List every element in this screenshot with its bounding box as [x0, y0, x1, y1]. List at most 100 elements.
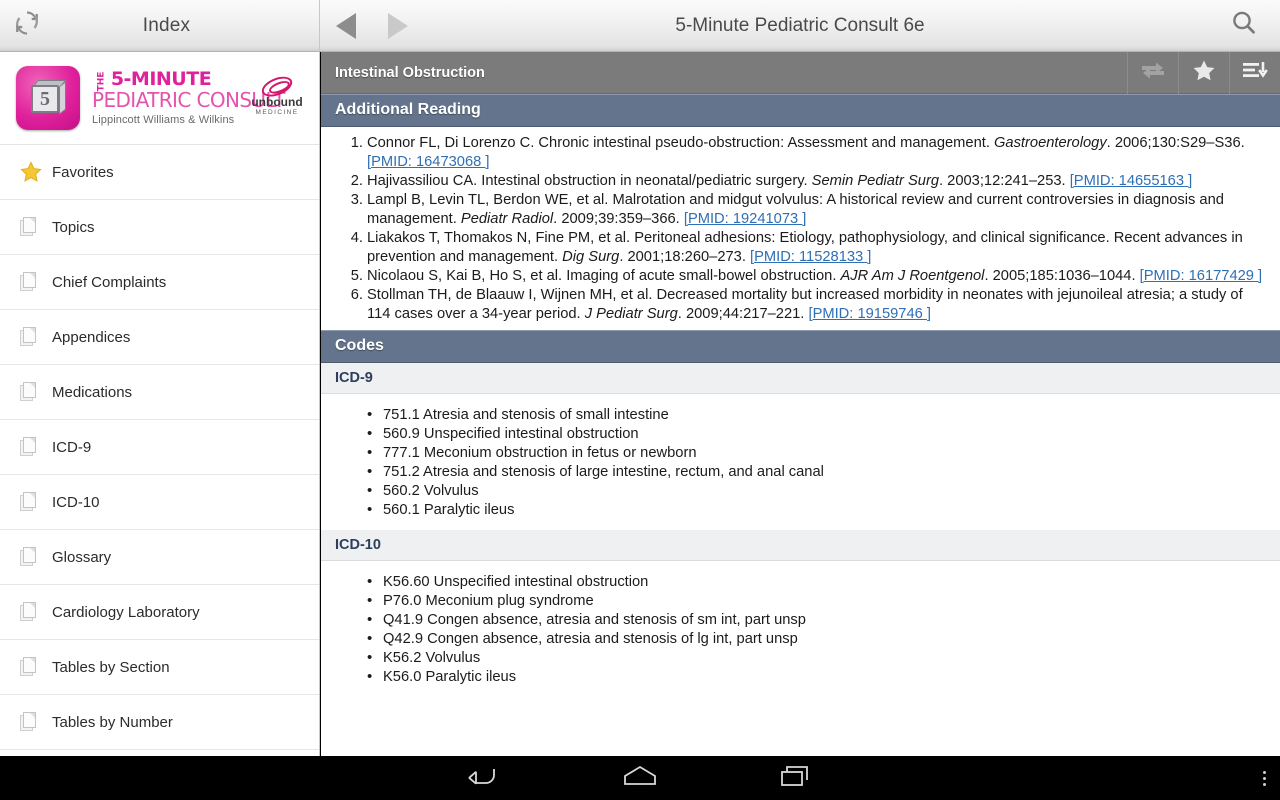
outline-button[interactable] — [1229, 52, 1280, 94]
sidebar-item-label: Tables by Number — [52, 713, 173, 731]
action-bar: Index 5-Minute Pediatric Consult 6e — [0, 0, 1280, 52]
documents-icon — [20, 272, 50, 292]
app-icon-glyph: 5 — [31, 85, 59, 113]
sidebar-item-topics[interactable]: Topics — [0, 200, 319, 255]
subsection-header-icd9: ICD-9 — [321, 363, 1280, 394]
reference-text: Nicolaou S, Kai B, Ho S, et al. Imaging … — [367, 268, 841, 284]
sidebar-item-label: Topics — [52, 218, 95, 236]
index-title: Index — [142, 14, 191, 36]
two-way-arrow-icon — [1139, 60, 1167, 85]
documents-icon — [20, 712, 50, 732]
list-item: P76.0 Meconium plug syndrome — [367, 591, 1280, 611]
section-header-codes: Codes — [321, 330, 1280, 363]
documents-icon — [20, 492, 50, 512]
sidebar-item-label: Appendices — [52, 328, 131, 346]
app-icon: 5 — [16, 66, 80, 130]
reference-citation: . 2006;130:S29–S36. — [1106, 135, 1245, 151]
sidebar-item-tables-by-section[interactable]: Tables by Section — [0, 640, 319, 695]
home-icon — [621, 765, 659, 793]
list-item: 560.2 Volvulus — [367, 481, 1280, 501]
sidebar-item-icd-10[interactable]: ICD-10 — [0, 475, 319, 530]
documents-icon — [20, 382, 50, 402]
reference-journal: Dig Surg — [562, 249, 620, 265]
reference-text: Hajivassiliou CA. Intestinal obstruction… — [367, 173, 812, 189]
search-button[interactable] — [1208, 0, 1280, 51]
home-button[interactable] — [621, 763, 659, 794]
sidebar-item-label: Favorites — [52, 163, 114, 181]
list-item: K56.0 Paralytic ileus — [367, 667, 1280, 687]
sidebar-item-label: Glossary — [52, 548, 112, 566]
icd9-code-list: 751.1 Atresia and stenosis of small inte… — [321, 405, 1280, 520]
overflow-menu-button[interactable] — [1263, 770, 1266, 786]
cube-icon: 5 — [29, 79, 67, 117]
forward-button[interactable] — [372, 0, 424, 51]
reference-item: Nicolaou S, Kai B, Ho S, et al. Imaging … — [335, 267, 1266, 286]
recents-icon — [779, 765, 813, 793]
app-logo-header: 5 THE 5-MINUTE PEDIATRIC CONSULT Lippinco… — [0, 52, 319, 145]
reference-citation: . 2003;12:241–253. — [939, 173, 1070, 189]
pmid-link[interactable]: [PMID: 14655163 ] — [1070, 173, 1192, 189]
book-title: 5-Minute Pediatric Consult 6e — [675, 14, 925, 36]
swap-view-button[interactable] — [1127, 52, 1178, 94]
back-triangle-icon — [336, 12, 356, 39]
sidebar-item-label: Medications — [52, 383, 133, 401]
reference-citation: . 2005;185:1036–1044. — [984, 268, 1140, 284]
back-button[interactable] — [320, 0, 372, 51]
back-arrow-icon — [467, 768, 501, 793]
brand-the: THE — [96, 71, 107, 92]
reference-item: Connor FL, Di Lorenzo C. Chronic intesti… — [335, 134, 1266, 172]
sidebar-item-glossary[interactable]: Glossary — [0, 530, 319, 585]
unbound-sub: MEDICINE — [255, 109, 299, 117]
unbound-name: unbound — [251, 95, 303, 110]
app-root: Index 5-Minute Pediatric Consult 6e 5 TH… — [0, 0, 1280, 800]
reference-journal: Semin Pediatr Surg — [811, 173, 940, 189]
list-item: Q42.9 Congen absence, atresia and stenos… — [367, 629, 1280, 649]
documents-icon — [20, 437, 50, 457]
pmid-link[interactable]: [PMID: 11528133 ] — [750, 249, 871, 265]
list-item: 560.9 Unspecified intestinal obstruction — [367, 424, 1280, 444]
sidebar[interactable]: 5 THE 5-MINUTE PEDIATRIC CONSULT Lippinco… — [0, 52, 320, 756]
subsection-header-icd10: ICD-10 — [321, 530, 1280, 561]
pmid-link[interactable]: [PMID: 16177429 ] — [1140, 268, 1262, 284]
reference-journal: Gastroenterology — [994, 135, 1107, 151]
topic-title: Intestinal Obstruction — [335, 64, 485, 81]
star-icon — [1192, 59, 1216, 87]
sidebar-item-appendices[interactable]: Appendices — [0, 310, 319, 365]
recents-button[interactable] — [779, 763, 813, 794]
reference-journal: J Pediatr Surg — [584, 306, 678, 322]
sidebar-item-icd-9[interactable]: ICD-9 — [0, 420, 319, 475]
search-icon — [1229, 8, 1259, 43]
back-button[interactable] — [467, 763, 501, 794]
sidebar-item-label: Cardiology Laboratory — [52, 603, 200, 621]
sidebar-item-label: Tables by Section — [52, 658, 170, 676]
sidebar-item-cardiology-laboratory[interactable]: Cardiology Laboratory — [0, 585, 319, 640]
sidebar-item-chief-complaints[interactable]: Chief Complaints — [0, 255, 319, 310]
documents-icon — [20, 327, 50, 347]
content-pane[interactable]: Intestinal Obstruction Additional Readin… — [321, 52, 1280, 756]
pmid-link[interactable]: [PMID: 19159746 ] — [808, 306, 930, 322]
star-icon — [20, 161, 50, 183]
reference-item: Lampl B, Levin TL, Berdon WE, et al. Mal… — [335, 191, 1266, 229]
sidebar-item-label: ICD-10 — [52, 493, 100, 511]
reference-citation: . 2009;44:217–221. — [677, 306, 809, 322]
sidebar-item-medications[interactable]: Medications — [0, 365, 319, 420]
list-item: K56.2 Volvulus — [367, 648, 1280, 668]
reference-item: Stollman TH, de Blaauw I, Wijnen MH, et … — [335, 286, 1266, 324]
sidebar-item-label: ICD-9 — [52, 438, 92, 456]
pmid-link[interactable]: [PMID: 19241073 ] — [684, 211, 806, 227]
icd10-body: K56.60 Unspecified intestinal obstructio… — [321, 561, 1280, 697]
action-bar-left: Index — [0, 0, 320, 51]
forward-triangle-icon — [388, 12, 408, 39]
icd9-body: 751.1 Atresia and stenosis of small inte… — [321, 394, 1280, 530]
sidebar-item-favorites[interactable]: Favorites — [0, 145, 319, 200]
sidebar-item-label: Chief Complaints — [52, 273, 167, 291]
refresh-button[interactable] — [0, 0, 54, 51]
documents-icon — [20, 602, 50, 622]
overflow-menu-icon — [1263, 770, 1266, 786]
documents-icon — [20, 657, 50, 677]
list-item: Q41.9 Congen absence, atresia and stenos… — [367, 610, 1280, 630]
favorite-button[interactable] — [1178, 52, 1229, 94]
reference-citation: . 2009;39:359–366. — [553, 211, 684, 227]
sidebar-item-tables-by-number[interactable]: Tables by Number — [0, 695, 319, 750]
pmid-link[interactable]: [PMID: 16473068 ] — [367, 154, 489, 170]
